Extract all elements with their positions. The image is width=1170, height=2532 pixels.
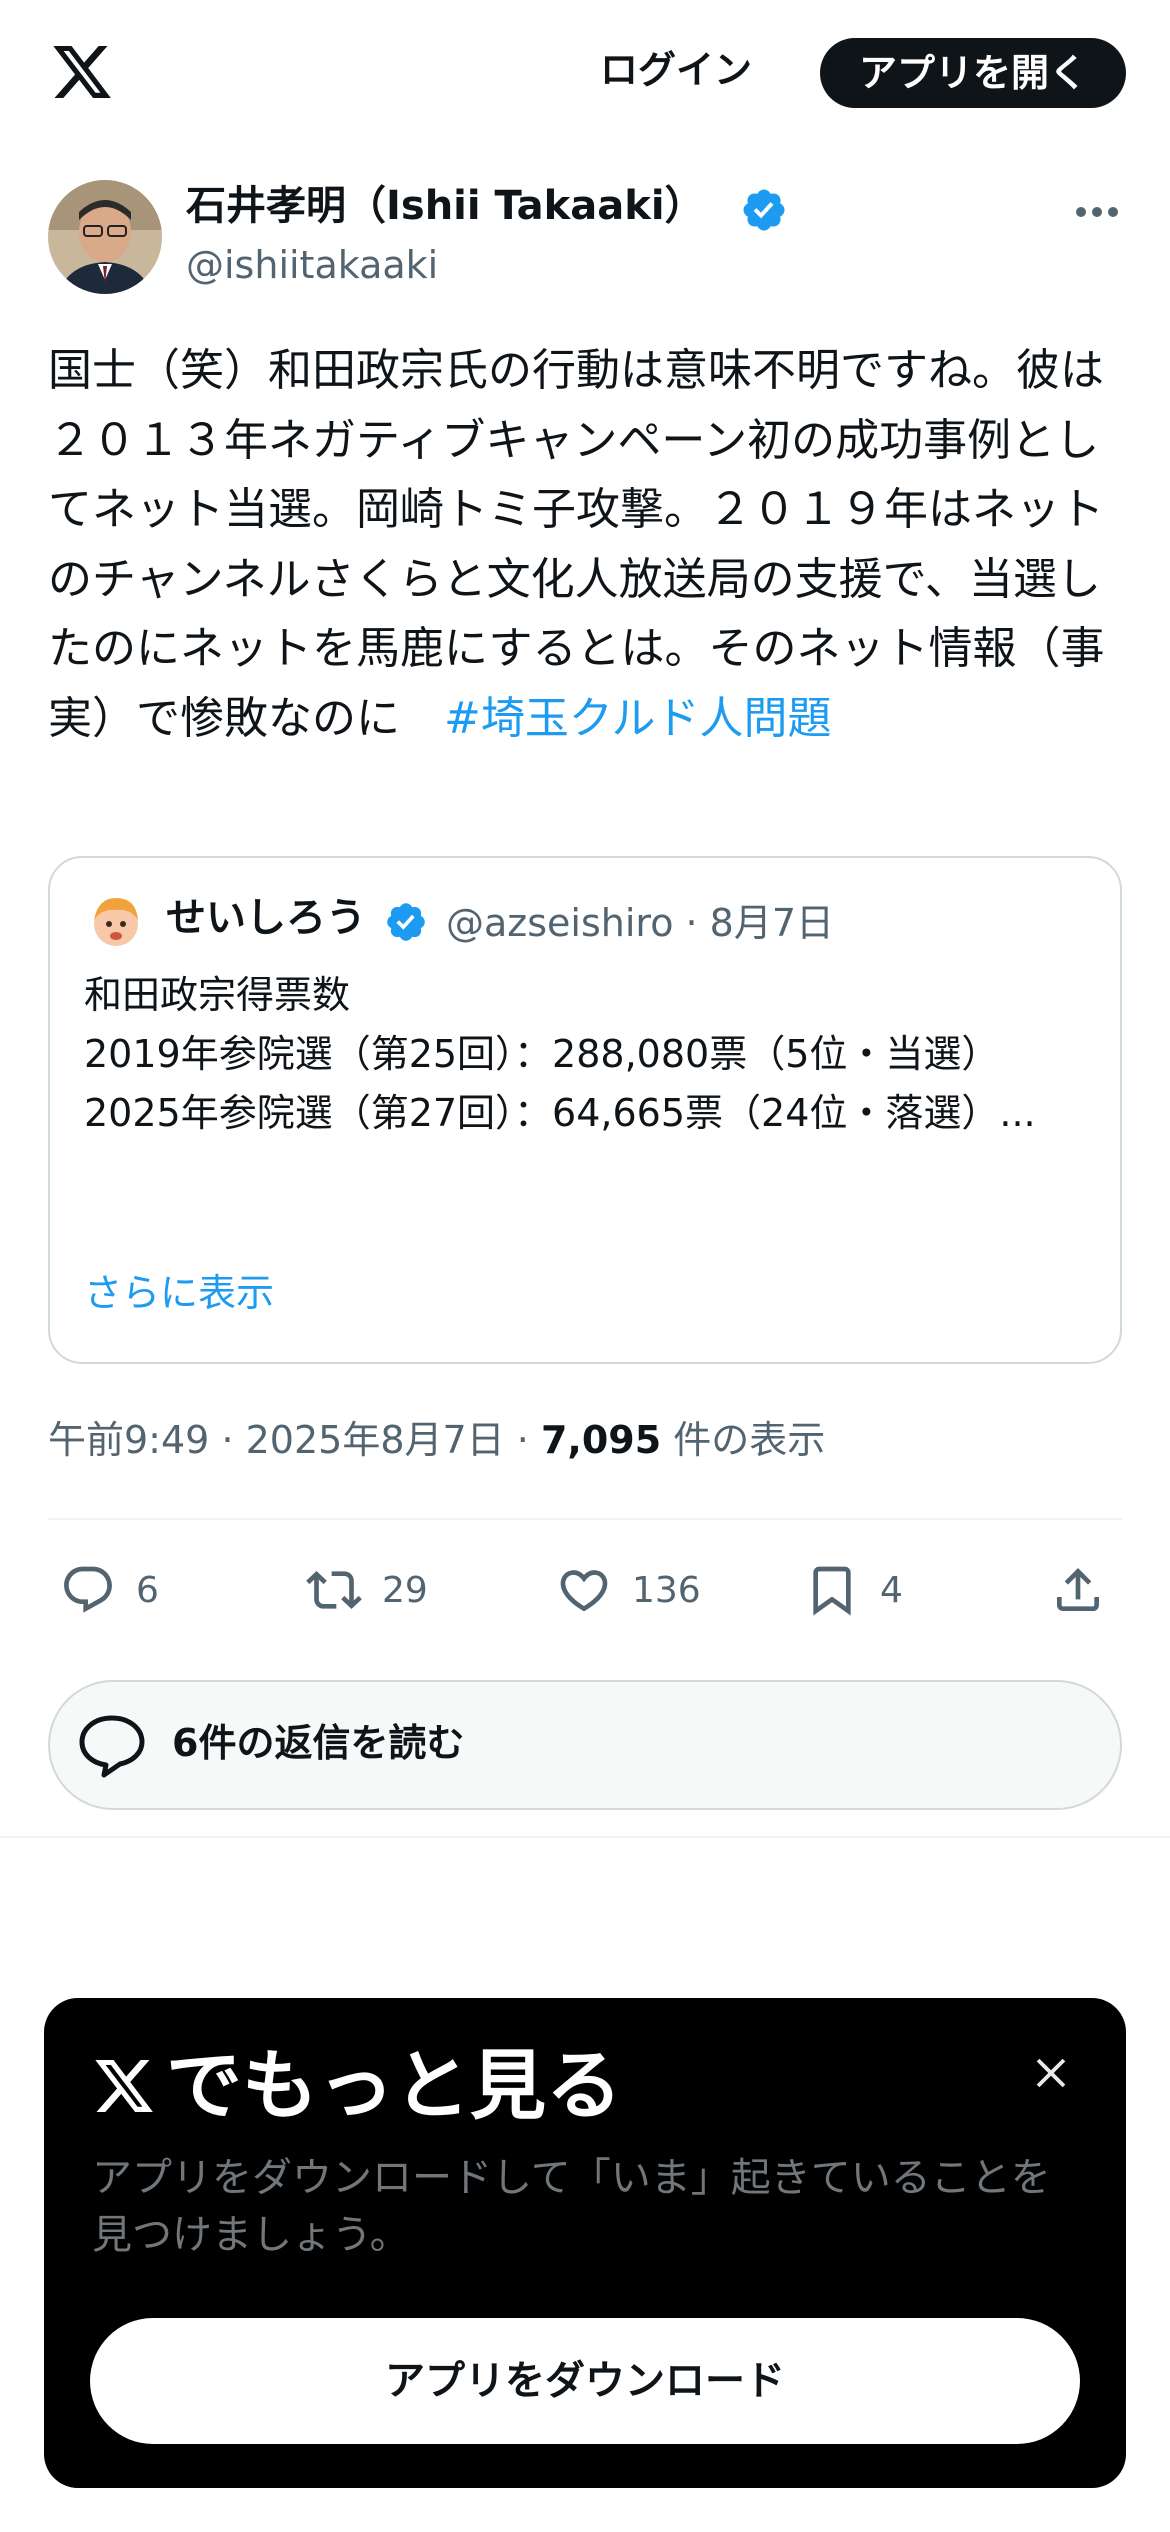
retweet-icon — [306, 1571, 362, 1609]
show-more-link[interactable]: さらに表示 — [84, 1265, 274, 1321]
quote-avatar — [84, 890, 148, 954]
separator: · — [221, 1418, 234, 1462]
read-replies-label: 6件の返信を読む — [172, 1721, 465, 1765]
tweet-text: 国士（笑）和田政宗氏の行動は意味不明ですね。彼は２０１３年ネガティブキャンペーン… — [48, 336, 1124, 753]
quote-handle-date: @azseishiro · 8月7日 — [446, 901, 835, 945]
separator: · — [516, 1418, 529, 1462]
like-button[interactable]: 136 — [556, 1560, 701, 1620]
download-app-button[interactable]: アプリをダウンロード — [90, 2318, 1080, 2444]
more-options-icon[interactable] — [1072, 192, 1122, 232]
close-icon[interactable] — [1028, 2050, 1074, 2096]
bookmark-icon — [813, 1566, 851, 1616]
retweet-button[interactable]: 29 — [306, 1560, 428, 1620]
verified-badge-icon — [743, 189, 785, 231]
quote-text: 和田政宗得票数 2019年参院選（第25回）：288,080票（5位・当選） 2… — [84, 973, 1036, 1135]
views-label: 件の表示 — [673, 1418, 826, 1462]
reply-icon — [64, 1566, 112, 1613]
quote-author-name: せいしろう — [166, 895, 366, 941]
speech-bubble-icon — [79, 1715, 145, 1778]
bookmark-count: 4 — [880, 1569, 903, 1611]
tweet-body: 国士（笑）和田政宗氏の行動は意味不明ですね。彼は２０１３年ネガティブキャンペーン… — [48, 345, 1105, 744]
divider — [48, 1518, 1122, 1520]
login-link[interactable]: ログイン — [600, 40, 752, 100]
hashtag-link[interactable]: #埼玉クルド人問題 — [444, 693, 832, 744]
author-handle[interactable]: @ishiitakaaki — [186, 240, 438, 290]
verified-badge-icon — [387, 903, 425, 941]
avatar[interactable] — [48, 180, 162, 294]
sheet-title-text: でもっと見る — [166, 2041, 622, 2130]
sheet-description: アプリをダウンロードして「いま」起きていることを見つけましょう。 — [92, 2155, 1051, 2258]
share-icon — [1057, 1568, 1099, 1611]
reply-count: 6 — [136, 1569, 159, 1611]
heart-icon — [560, 1570, 608, 1612]
reply-button[interactable]: 6 — [60, 1560, 159, 1620]
sheet-title: でもっと見る — [92, 2036, 622, 2136]
tweet-time[interactable]: 午前9:49 — [48, 1418, 209, 1462]
retweet-count: 29 — [382, 1569, 428, 1611]
tweet-date[interactable]: 2025年8月7日 — [246, 1418, 505, 1462]
tweet-meta: 午前9:49 · 2025年8月7日 · 7,095 件の表示 — [48, 1410, 825, 1470]
author-name[interactable]: 石井孝明（Ishii Takaaki） — [186, 180, 705, 232]
bookmark-button[interactable]: 4 — [804, 1560, 903, 1620]
divider — [0, 1836, 1170, 1838]
x-logo-icon[interactable] — [48, 40, 116, 104]
views-count: 7,095 — [540, 1418, 662, 1462]
like-count: 136 — [632, 1569, 701, 1611]
share-button[interactable] — [1050, 1560, 1126, 1620]
open-app-button[interactable]: アプリを開く — [820, 38, 1126, 108]
x-logo-icon — [95, 2060, 153, 2112]
